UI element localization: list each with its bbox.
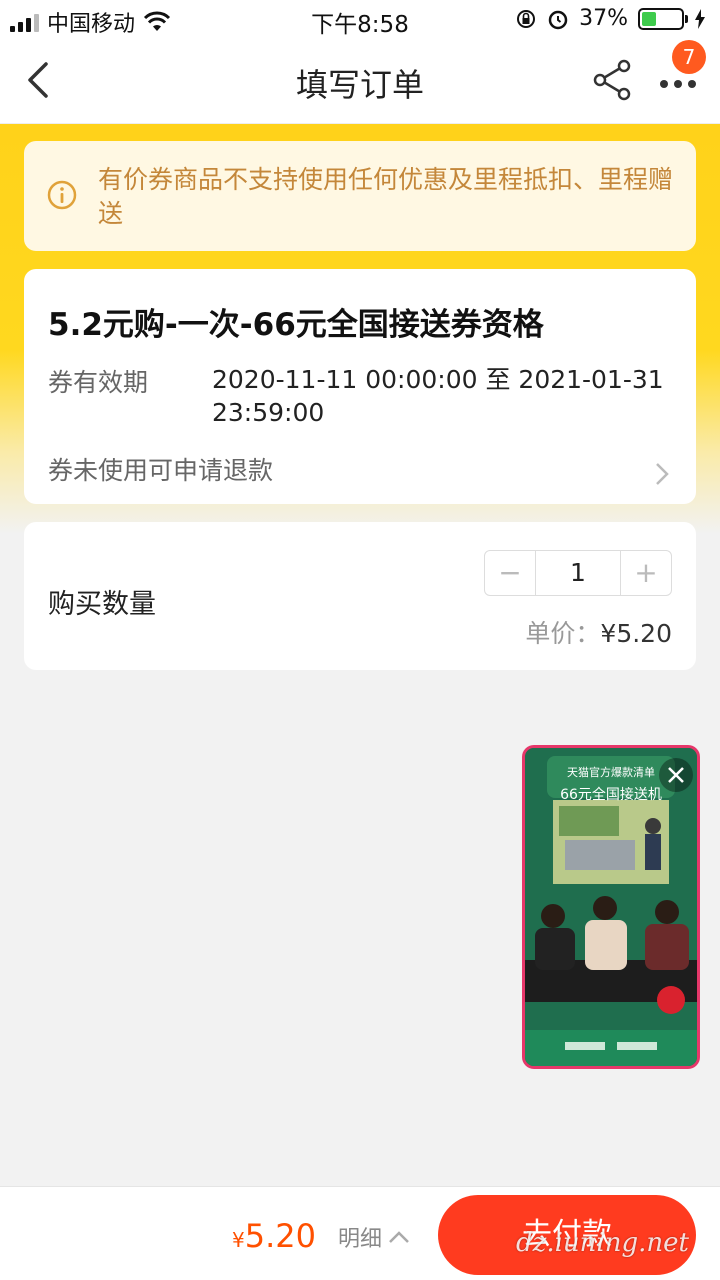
quantity-value[interactable]: 1 bbox=[535, 551, 621, 595]
info-icon bbox=[47, 180, 77, 210]
product-title: 5.2元购-一次-66元全国接送券资格 bbox=[48, 307, 544, 343]
rotation-lock-icon bbox=[517, 9, 536, 28]
close-video-button[interactable] bbox=[659, 758, 693, 792]
increment-button[interactable]: + bbox=[621, 551, 671, 595]
alarm-icon bbox=[548, 10, 568, 29]
notification-badge: 7 bbox=[672, 40, 706, 74]
quantity-label: 购买数量 bbox=[48, 589, 156, 620]
floating-video[interactable]: 天猫官方爆款清单 66元全国接送机 bbox=[522, 745, 700, 1069]
unit-price-label: 单价： bbox=[525, 619, 601, 648]
chevron-right-icon bbox=[656, 463, 669, 485]
quantity-stepper: − 1 + bbox=[484, 550, 672, 596]
decrement-button[interactable]: − bbox=[485, 551, 535, 595]
total-value: 5.20 bbox=[244, 1217, 316, 1255]
close-icon bbox=[668, 767, 684, 783]
detail-toggle[interactable]: 明细 bbox=[338, 1221, 410, 1253]
watermark: dz.iuning.net bbox=[516, 1228, 689, 1258]
refund-row[interactable]: 券未使用可申请退款 bbox=[24, 447, 696, 497]
battery-percent: 37% bbox=[579, 6, 628, 31]
battery-icon bbox=[638, 7, 688, 30]
detail-label: 明细 bbox=[338, 1227, 383, 1252]
share-icon[interactable] bbox=[590, 58, 634, 102]
product-card: 5.2元购-一次-66元全国接送券资格 券有效期 2020-11-11 00:0… bbox=[24, 269, 696, 504]
unit-price: 单价：¥5.20 bbox=[525, 614, 672, 650]
validity-value: 2020-11-11 00:00:00 至 2021-01-31 23:59:0… bbox=[212, 365, 664, 427]
refund-label: 券未使用可申请退款 bbox=[48, 456, 274, 485]
validity-label: 券有效期 bbox=[48, 368, 149, 397]
notice-banner: 有价券商品不支持使用任何优惠及里程抵扣、里程赠送 bbox=[24, 141, 696, 251]
status-right: 37% bbox=[515, 6, 706, 31]
quantity-card: 购买数量 − 1 + 单价：¥5.20 bbox=[24, 522, 696, 670]
battery-fill bbox=[642, 11, 657, 26]
nav-bar: 填写订单 7 bbox=[0, 38, 720, 124]
status-bar: 中国移动 下午8:58 37% bbox=[0, 0, 720, 38]
total-currency: ¥ bbox=[232, 1228, 245, 1252]
total-price: ¥5.20 bbox=[232, 1217, 316, 1255]
notice-text: 有价券商品不支持使用任何优惠及里程抵扣、里程赠送 bbox=[98, 165, 674, 228]
charging-icon bbox=[695, 8, 705, 29]
unit-price-value: ¥5.20 bbox=[600, 619, 672, 648]
chevron-up-icon bbox=[389, 1231, 409, 1243]
